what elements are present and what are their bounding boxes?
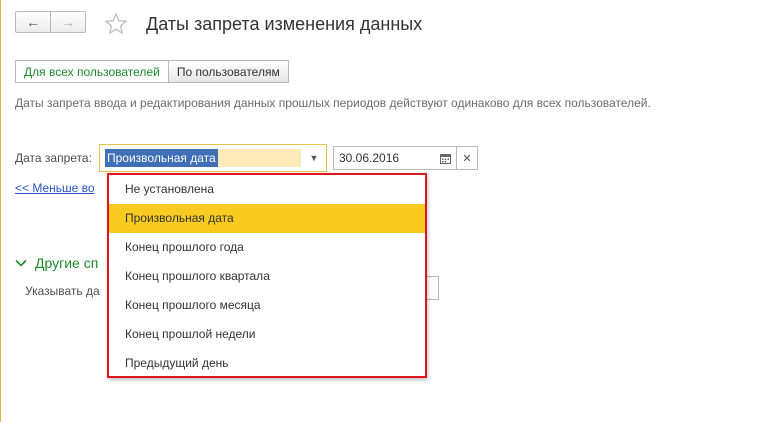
chevron-down-icon — [15, 259, 27, 267]
dropdown-item-end-of-last-year[interactable]: Конец прошлого года — [109, 233, 425, 262]
other-settings-title: Другие сп — [35, 255, 99, 271]
star-icon[interactable] — [104, 12, 128, 36]
by-user-tab[interactable]: По пользователям — [167, 60, 289, 83]
date-ban-combo[interactable]: Произвольная дата ▼ — [99, 144, 327, 172]
dropdown-item-not-set[interactable]: Не установлена — [109, 175, 425, 204]
calendar-button[interactable] — [435, 146, 457, 170]
other-settings-group[interactable]: Другие сп — [15, 255, 98, 271]
date-value: 30.06.2016 — [339, 151, 400, 165]
calendar-icon — [440, 153, 451, 164]
arrow-right-icon: → — [61, 14, 75, 30]
date-ban-label: Дата запрета: — [15, 151, 92, 165]
dropdown-item-arbitrary-date[interactable]: Произвольная дата — [109, 204, 425, 233]
date-option-dropdown: Не установлена Произвольная дата Конец п… — [107, 173, 427, 378]
less-details-link[interactable]: << Меньше во — [15, 181, 95, 195]
forward-button[interactable]: → — [50, 11, 86, 33]
dropdown-item-end-of-last-week[interactable]: Конец прошлой недели — [109, 320, 425, 349]
dropdown-item-previous-day[interactable]: Предыдущий день — [109, 349, 425, 378]
back-button[interactable]: ← — [15, 11, 51, 33]
indicate-label: Указывать да — [25, 284, 100, 298]
combo-input[interactable]: Произвольная дата — [105, 149, 301, 167]
mode-toggle: Для всех пользователей По пользователям — [15, 60, 289, 83]
arrow-left-icon: ← — [26, 14, 40, 30]
navigation-buttons: ← → — [15, 11, 86, 33]
page-title: Даты запрета изменения данных — [146, 14, 423, 34]
dropdown-item-end-of-last-month[interactable]: Конец прошлого месяца — [109, 291, 425, 320]
all-users-tab[interactable]: Для всех пользователей — [15, 60, 169, 83]
combo-selected-text: Произвольная дата — [105, 149, 218, 167]
dropdown-item-end-of-last-quarter[interactable]: Конец прошлого квартала — [109, 262, 425, 291]
chevron-down-icon[interactable]: ▼ — [304, 148, 324, 168]
info-text: Даты запрета ввода и редактирования данн… — [15, 96, 651, 110]
close-icon: ✕ — [462, 152, 472, 165]
window-edge — [0, 0, 1, 422]
clear-button[interactable]: ✕ — [456, 146, 478, 170]
